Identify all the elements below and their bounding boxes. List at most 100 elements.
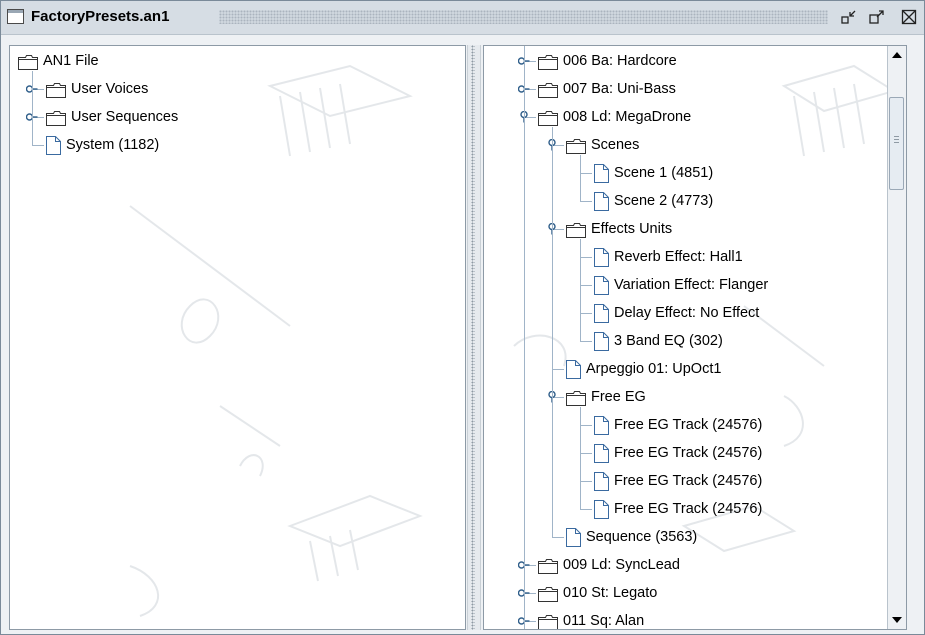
tree-file-node[interactable]: System (1182) (46, 133, 159, 157)
tree-file-node[interactable]: Free EG Track (24576) (594, 413, 762, 437)
tree-folder-node[interactable]: Scenes (566, 133, 639, 157)
tree-folder-node[interactable]: User Voices (46, 77, 148, 101)
tree-file-node[interactable]: Variation Effect: Flanger (594, 273, 768, 297)
file-icon (566, 359, 581, 379)
tree-folder-node[interactable]: 008 Ld: MegaDrone (538, 105, 691, 129)
tree-connector (552, 127, 553, 537)
tree-node-label: 006 Ba: Hardcore (563, 53, 677, 69)
tree-connector (580, 239, 581, 341)
file-icon (594, 499, 609, 519)
right-tree-pane[interactable]: 006 Ba: Hardcore 007 Ba: Uni-Bass 008 Ld: … (483, 45, 907, 630)
tree-node-label: 009 Ld: SyncLead (563, 557, 680, 573)
main-window: FactoryPresets.an1 AN1 File User Voices … (0, 0, 925, 635)
tree-connector (580, 155, 581, 201)
left-tree: AN1 File User Voices User Sequences System … (10, 46, 465, 629)
left-tree-pane[interactable]: AN1 File User Voices User Sequences System … (9, 45, 466, 630)
tree-file-node[interactable]: Scene 1 (4851) (594, 161, 713, 185)
tree-node-label: 011 Sq: Alan (563, 613, 645, 629)
file-icon (594, 443, 609, 463)
tree-folder-node[interactable]: 006 Ba: Hardcore (538, 49, 677, 73)
tree-file-node[interactable]: Delay Effect: No Effect (594, 301, 759, 325)
tree-file-node[interactable]: Free EG Track (24576) (594, 497, 762, 521)
tree-connector (552, 369, 564, 370)
tree-node-label: Effects Units (591, 221, 673, 237)
tree-folder-node[interactable]: User Sequences (46, 105, 178, 129)
tree-node-label: 010 St: Legato (563, 585, 658, 601)
tree-folder-node[interactable]: Free EG (566, 385, 646, 409)
window-icon (7, 9, 24, 24)
window-title: FactoryPresets.an1 (31, 8, 170, 25)
folder-icon (538, 586, 558, 602)
title-bar-grip (219, 10, 828, 24)
tree-connector (580, 173, 592, 174)
tree-connector (580, 285, 592, 286)
tree-node-label: 008 Ld: MegaDrone (563, 109, 692, 125)
tree-folder-node[interactable]: 009 Ld: SyncLead (538, 553, 680, 577)
tree-node-label: User Sequences (71, 109, 179, 125)
folder-icon (538, 54, 558, 70)
tree-connector (32, 71, 33, 145)
scroll-down-button[interactable] (888, 611, 906, 629)
tree-file-node[interactable]: Free EG Track (24576) (594, 441, 762, 465)
folder-icon (46, 82, 66, 98)
file-icon (594, 163, 609, 183)
file-icon (594, 303, 609, 323)
tree-folder-node[interactable]: 007 Ba: Uni-Bass (538, 77, 676, 101)
tree-node-label: 3 Band EQ (302) (614, 333, 723, 349)
folder-icon (566, 138, 586, 154)
tree-file-node[interactable]: Sequence (3563) (566, 525, 697, 549)
scroll-up-button[interactable] (888, 46, 906, 64)
tree-node-label: Sequence (3563) (586, 529, 698, 545)
tree-folder-node[interactable]: Effects Units (566, 217, 672, 241)
tree-connector (580, 313, 592, 314)
scrollbar-thumb[interactable] (889, 96, 904, 190)
tree-connector (524, 46, 525, 629)
tree-file-node[interactable]: Free EG Track (24576) (594, 469, 762, 493)
folder-icon (538, 82, 558, 98)
tree-node-label: 007 Ba: Uni-Bass (563, 81, 676, 97)
folder-icon (538, 558, 558, 574)
title-bar[interactable]: FactoryPresets.an1 (1, 1, 924, 35)
tree-node-label: Free EG Track (24576) (614, 473, 763, 489)
minimize-icon[interactable] (841, 9, 857, 25)
tree-folder-node[interactable]: AN1 File (18, 49, 99, 73)
vertical-scrollbar[interactable] (887, 46, 906, 629)
tree-node-label: Scene 2 (4773) (614, 193, 714, 209)
file-icon (46, 135, 61, 155)
tree-connector (552, 537, 564, 538)
tree-node-label: Free EG (591, 389, 646, 405)
file-icon (594, 415, 609, 435)
tree-file-node[interactable]: Scene 2 (4773) (594, 189, 713, 213)
maximize-icon[interactable] (869, 9, 885, 25)
tree-node-label: Free EG Track (24576) (614, 445, 763, 461)
tree-file-node[interactable]: 3 Band EQ (302) (594, 329, 723, 353)
tree-folder-node[interactable]: 010 St: Legato (538, 581, 657, 605)
tree-connector (580, 509, 592, 510)
tree-node-label: Arpeggio 01: UpOct1 (586, 361, 722, 377)
tree-node-label: Delay Effect: No Effect (614, 305, 760, 321)
tree-node-label: Scene 1 (4851) (614, 165, 714, 181)
file-icon (594, 331, 609, 351)
file-icon (594, 471, 609, 491)
close-icon[interactable] (901, 9, 917, 25)
tree-node-label: Free EG Track (24576) (614, 501, 763, 517)
folder-icon (18, 54, 38, 70)
file-icon (594, 275, 609, 295)
file-icon (566, 527, 581, 547)
tree-file-node[interactable]: Reverb Effect: Hall1 (594, 245, 743, 269)
split-divider[interactable] (467, 45, 481, 630)
folder-icon (538, 110, 558, 126)
tree-connector (580, 341, 592, 342)
tree-node-label: Variation Effect: Flanger (614, 277, 769, 293)
tree-folder-node[interactable]: 011 Sq: Alan (538, 609, 645, 629)
file-icon (594, 191, 609, 211)
tree-file-node[interactable]: Arpeggio 01: UpOct1 (566, 357, 721, 381)
tree-connector (580, 481, 592, 482)
tree-connector (580, 407, 581, 509)
tree-node-label: Scenes (591, 137, 640, 153)
tree-node-label: AN1 File (43, 53, 99, 69)
folder-icon (566, 390, 586, 406)
folder-icon (538, 614, 558, 629)
tree-connector (580, 201, 592, 202)
tree-connector (32, 145, 44, 146)
